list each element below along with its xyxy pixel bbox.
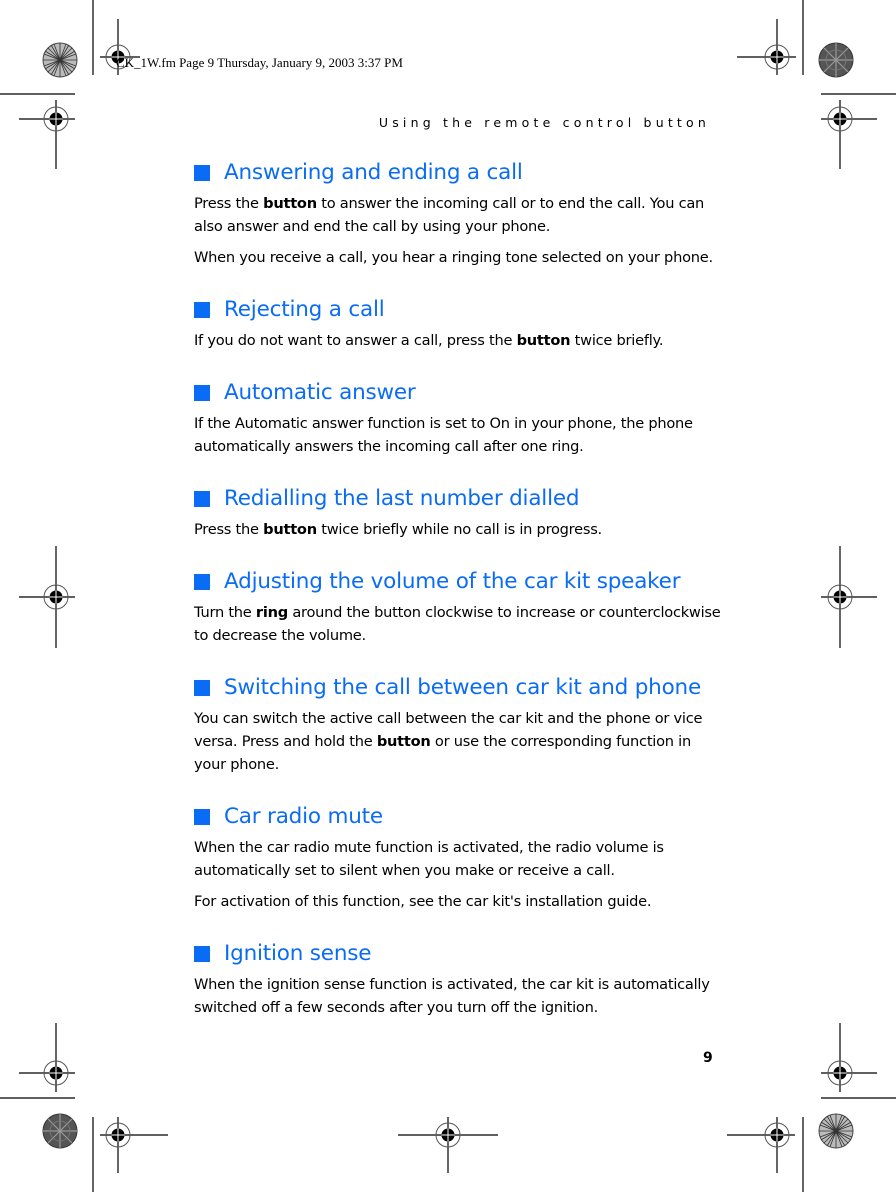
star-target-top-left [42,42,78,78]
text-run: When you receive a call, you hear a ring… [194,249,713,266]
section-heading: Ignition sense [194,937,724,971]
square-bullet-icon [194,385,210,401]
square-bullet-icon [194,680,210,696]
bold-term: button [516,332,571,349]
section-heading-text: Redialling the last number dialled [224,486,580,511]
reg-mark-bottom-left [100,1117,168,1173]
square-bullet-icon [194,946,210,962]
section-heading: Redialling the last number dialled [194,482,724,516]
text-run: If the Automatic answer function is set … [194,415,693,455]
section-heading-text: Adjusting the volume of the car kit spea… [224,569,681,594]
section: Switching the call between car kit and p… [194,671,724,776]
section-heading-text: Automatic answer [224,380,416,405]
section-heading: Answering and ending a call [194,156,724,190]
page-content: Answering and ending a call Press the but… [194,156,724,1027]
bold-term: button [263,195,317,212]
body-paragraph: If you do not want to answer a call, pre… [194,329,724,352]
square-bullet-icon [194,165,210,181]
section: Rejecting a call If you do not want to an… [194,293,724,352]
text-run: twice briefly while no call is in progre… [316,521,602,538]
text-run: For activation of this function, see the… [194,893,652,910]
body-paragraph: Turn the ring around the button clockwis… [194,601,724,647]
section: Answering and ending a call Press the but… [194,156,724,269]
star-target-top-right [818,42,854,78]
section-heading-text: Answering and ending a call [224,160,523,185]
bold-term: button [263,521,317,538]
running-head: Using the remote control button [378,115,710,130]
bold-term: button [376,733,431,750]
body-paragraph: Press the button to answer the incoming … [194,192,724,238]
section: Car radio mute When the car radio mute fu… [194,800,724,913]
section-heading: Automatic answer [194,376,724,410]
reg-mark-top-right-outer [821,100,877,169]
reg-mark-bottom-left-outer [19,1023,75,1092]
text-run: twice briefly. [570,332,664,349]
body-paragraph: If the Automatic answer function is set … [194,412,724,458]
body-paragraph: For activation of this function, see the… [194,890,724,913]
text-run: When the car radio mute function is acti… [194,839,664,879]
body-paragraph: When the ignition sense function is acti… [194,973,724,1019]
square-bullet-icon [194,574,210,590]
section-heading: Car radio mute [194,800,724,834]
text-run: Turn the [194,604,256,621]
text-run: Press the [194,195,264,212]
square-bullet-icon [194,302,210,318]
star-target-bottom-right [818,1113,854,1149]
reg-mark-mid-right [821,546,877,648]
section-heading-text: Rejecting a call [224,297,385,322]
body-paragraph: Press the button twice briefly while no … [194,518,724,541]
section-heading: Adjusting the volume of the car kit spea… [194,565,724,599]
section-heading: Switching the call between car kit and p… [194,671,724,705]
section: Adjusting the volume of the car kit spea… [194,565,724,647]
square-bullet-icon [194,491,210,507]
text-run: Press the [194,521,264,538]
reg-mark-bottom-center [398,1117,498,1173]
section: Redialling the last number dialled Press … [194,482,724,541]
page-number: 9 [703,1050,713,1066]
section: Ignition sense When the ignition sense fu… [194,937,724,1019]
section-heading: Rejecting a call [194,293,724,327]
body-paragraph: When the car radio mute function is acti… [194,836,724,882]
section-heading-text: Switching the call between car kit and p… [224,675,701,700]
square-bullet-icon [194,809,210,825]
text-run: When the ignition sense function is acti… [194,976,710,1016]
reg-mark-mid-left [19,546,75,648]
section: Automatic answer If the Automatic answer … [194,376,724,458]
text-run: If you do not want to answer a call, pre… [194,332,517,349]
body-paragraph: You can switch the active call between t… [194,707,724,776]
reg-mark-bottom-right-outer [821,1023,877,1092]
section-heading-text: Car radio mute [224,804,383,829]
framemaker-print-header: CK_1W.fm Page 9 Thursday, January 9, 200… [116,55,403,70]
bold-term: ring [255,604,288,621]
star-target-bottom-left [42,1113,78,1149]
section-heading-text: Ignition sense [224,941,372,966]
reg-mark-top-right [737,19,796,75]
reg-mark-bottom-right [727,1117,795,1173]
body-paragraph: When you receive a call, you hear a ring… [194,246,724,269]
reg-mark-top-left-outer [19,100,75,169]
